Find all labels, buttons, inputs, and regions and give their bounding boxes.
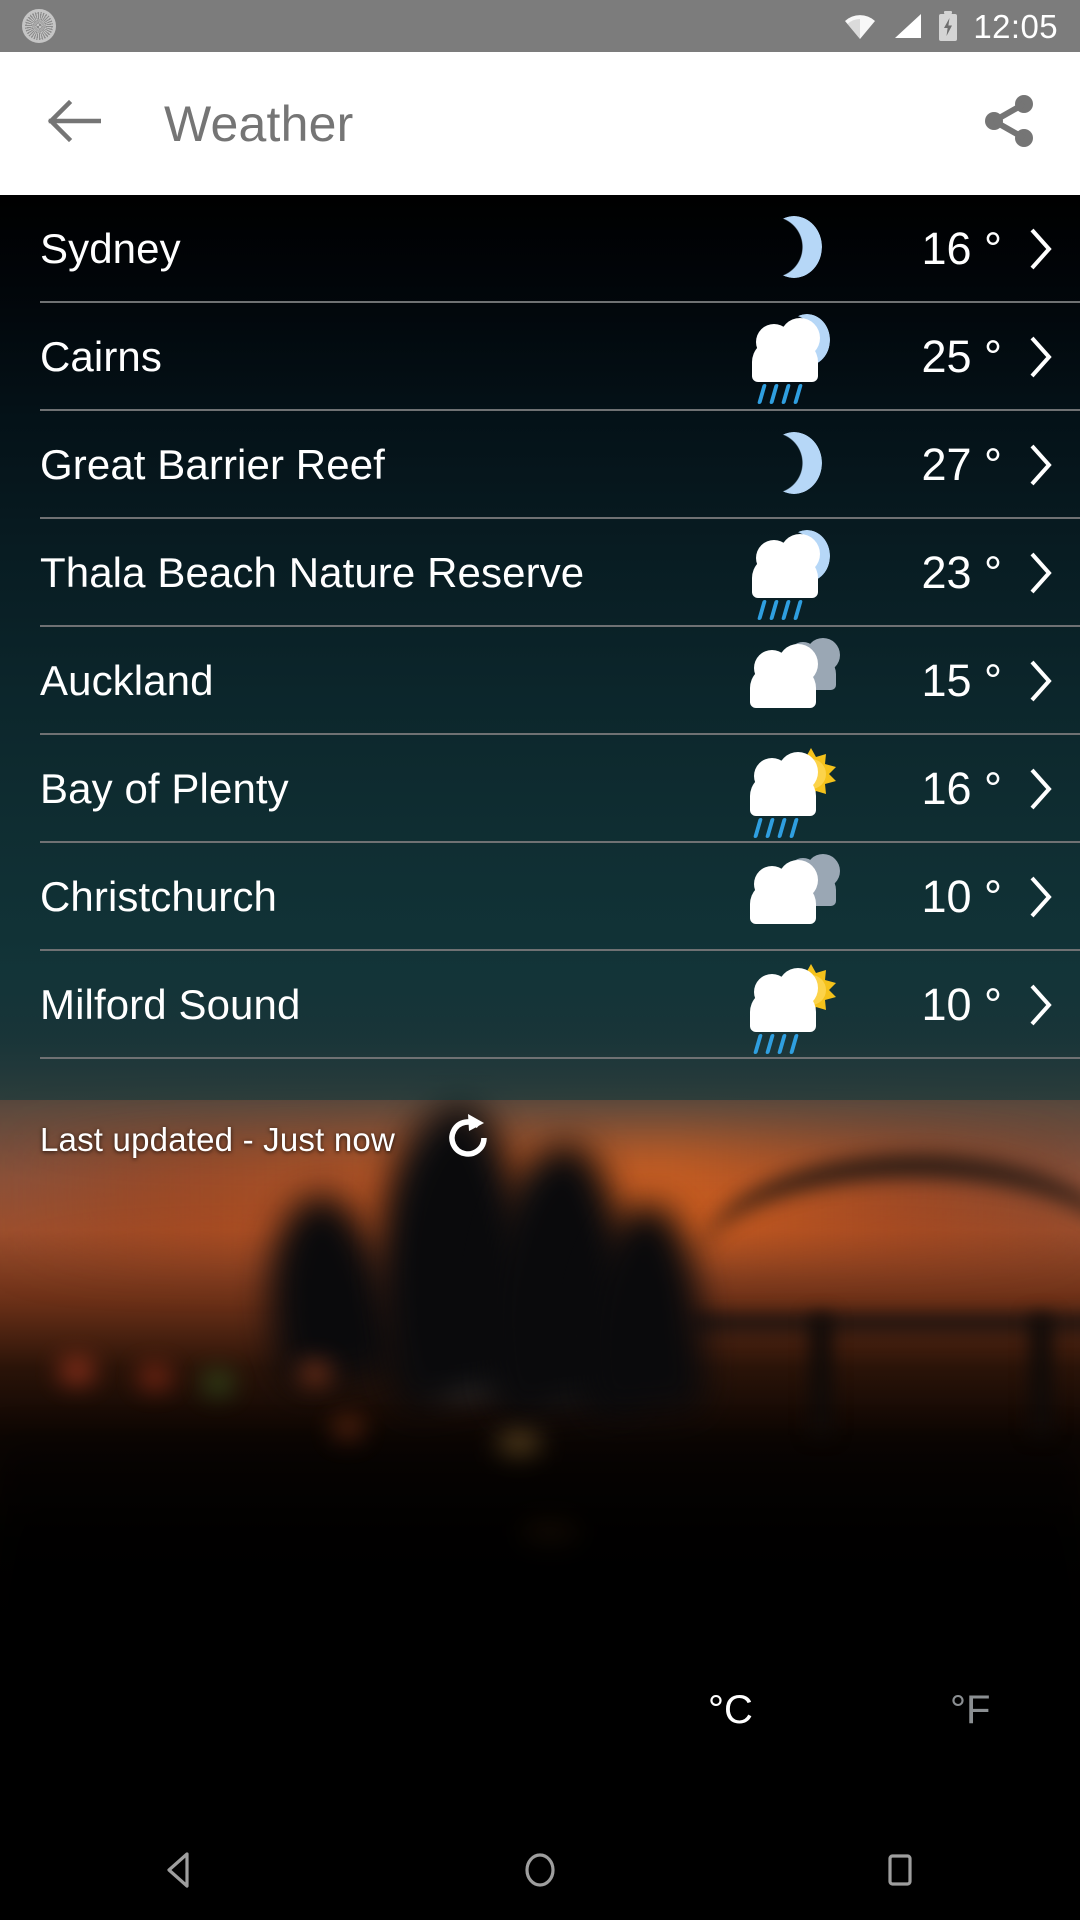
arrow-left-icon: [47, 99, 102, 148]
chevron-right-icon: [1002, 767, 1080, 811]
nav-recents-icon[interactable]: [840, 1820, 960, 1920]
harbour-bridge-pier: [1030, 1315, 1052, 1435]
chevron-right-icon: [1002, 443, 1080, 487]
moon-icon: [738, 422, 848, 508]
last-updated-label: Last updated - Just now: [40, 1121, 395, 1158]
city-name: Christchurch: [40, 873, 277, 920]
refresh-icon: [440, 1110, 496, 1171]
chevron-right-icon: [1002, 335, 1080, 379]
temperature-value: 16 °: [921, 763, 1002, 814]
city-light: [60, 1360, 94, 1382]
list-item[interactable]: Great Barrier Reef 27 °: [0, 411, 1080, 519]
sync-spinner-icon: [22, 9, 56, 43]
android-navigation-bar: [0, 1820, 1080, 1920]
city-name: Great Barrier Reef: [40, 441, 385, 488]
list-divider: [40, 1057, 1080, 1059]
status-bar-left: [22, 9, 843, 43]
moon-cloud-rain-icon: [738, 530, 848, 620]
moon-icon: [738, 206, 848, 292]
share-icon: [980, 91, 1040, 156]
city-name: Thala Beach Nature Reserve: [40, 549, 585, 596]
chevron-right-icon: [1002, 983, 1080, 1027]
share-button[interactable]: [970, 84, 1050, 164]
city-name: Auckland: [40, 657, 214, 704]
sun-cloud-rain-icon: [738, 962, 848, 1054]
nav-home-icon[interactable]: [480, 1820, 600, 1920]
chevron-right-icon: [1002, 551, 1080, 595]
city-name: Milford Sound: [40, 981, 301, 1028]
harbour-bridge-deck: [690, 1315, 1080, 1331]
temperature-value: 27 °: [921, 439, 1002, 490]
city-name: Bay of Plenty: [40, 765, 289, 812]
list-item[interactable]: Milford Sound 10 °: [0, 951, 1080, 1059]
last-updated-bar: Last updated - Just now: [0, 1100, 1080, 1180]
chevron-right-icon: [1002, 227, 1080, 271]
back-button[interactable]: [28, 78, 120, 170]
chevron-right-icon: [1002, 659, 1080, 703]
harbour-bridge-pier: [810, 1315, 832, 1435]
city-light: [205, 1373, 231, 1393]
status-bar: 12:05: [0, 0, 1080, 52]
app-screen: 12:05 Weather Sydney 16 ° Cairns 25 ° Gr…: [0, 0, 1080, 1920]
chevron-right-icon: [1002, 875, 1080, 919]
temperature-unit-toggle: °C °F: [0, 1690, 1080, 1770]
status-bar-clock: 12:05: [973, 7, 1058, 45]
moon-cloud-rain-icon: [738, 314, 848, 404]
city-light: [300, 1363, 330, 1383]
list-item[interactable]: Cairns 25 °: [0, 303, 1080, 411]
temperature-value: 15 °: [921, 655, 1002, 706]
battery-charging-icon: [937, 11, 959, 41]
cell-signal-icon: [891, 13, 923, 39]
cloudy-icon: [738, 854, 848, 940]
wifi-icon: [843, 13, 877, 39]
refresh-button[interactable]: [437, 1109, 499, 1171]
temperature-value: 25 °: [921, 331, 1002, 382]
list-item[interactable]: Thala Beach Nature Reserve 23 °: [0, 519, 1080, 627]
nav-back-icon[interactable]: [120, 1820, 240, 1920]
app-bar: Weather: [0, 52, 1080, 195]
city-light: [335, 1420, 361, 1438]
city-name: Cairns: [40, 333, 162, 380]
unit-celsius-button[interactable]: °C: [708, 1690, 753, 1730]
city-light: [140, 1367, 170, 1387]
city-name: Sydney: [40, 225, 181, 272]
temperature-value: 10 °: [921, 979, 1002, 1030]
list-item[interactable]: Auckland 15 °: [0, 627, 1080, 735]
temperature-value: 16 °: [921, 223, 1002, 274]
weather-city-list: Sydney 16 ° Cairns 25 ° Great Barrier Re…: [0, 195, 1080, 1059]
temperature-value: 23 °: [921, 547, 1002, 598]
page-title: Weather: [164, 95, 354, 152]
sun-cloud-rain-icon: [738, 746, 848, 838]
status-bar-right: 12:05: [843, 10, 1058, 43]
unit-fahrenheit-button[interactable]: °F: [950, 1690, 990, 1730]
list-item[interactable]: Bay of Plenty 16 °: [0, 735, 1080, 843]
list-item[interactable]: Christchurch 10 °: [0, 843, 1080, 951]
list-item[interactable]: Sydney 16 °: [0, 195, 1080, 303]
temperature-value: 10 °: [921, 871, 1002, 922]
cloudy-icon: [738, 638, 848, 724]
